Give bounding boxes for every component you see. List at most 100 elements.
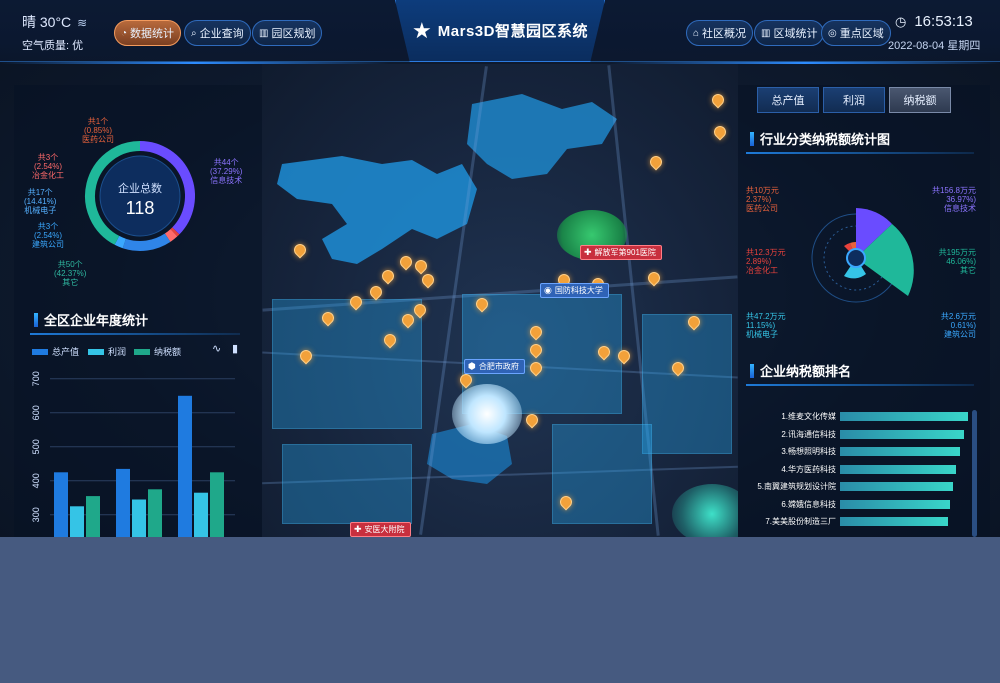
weather-text: 晴 30°C [22, 14, 72, 30]
rank-bar [840, 412, 968, 421]
bar-利润-1[interactable] [132, 499, 146, 538]
star-logo-icon: ★ [412, 17, 432, 43]
app-frame: ✚ 解放军第901医院 ◉ 国防科技大学 ⬢ 合肥市政府 ✚ 安医大附院 晴 3… [0, 0, 1000, 537]
donut-segment-1[interactable] [170, 227, 180, 237]
rank-bar [840, 464, 957, 474]
poi-defense-university[interactable]: ◉ 国防科技大学 [540, 283, 609, 298]
weather-widget: 晴 30°C ≋ [22, 12, 87, 32]
industry-label-amount: 共10万元 [746, 186, 779, 195]
book-icon: ▥ [761, 27, 771, 39]
book-icon: ▥ [259, 27, 269, 39]
rank-row[interactable]: 4.华方医药科技 [746, 461, 957, 478]
nav-community-overview[interactable]: ⌂ 社区概况 [686, 20, 754, 46]
top-header: 晴 30°C ≋ 空气质量: 优 ◔ 数据统计 ⌕ 企业查询 ▥ 园区规划 ★ M… [0, 0, 1000, 62]
donut-label-percent: (14.41%) [24, 197, 57, 206]
poi-city-government[interactable]: ⬢ 合肥市政府 [464, 359, 525, 374]
nav-park-planning[interactable]: ▥ 园区规划 [252, 20, 323, 46]
y-tick-label: 500 [31, 439, 41, 454]
bar-纳税额-2[interactable] [210, 472, 224, 537]
bar-chart-icon[interactable]: ▮ [232, 342, 238, 355]
pie-chart-icon: ◔ [121, 27, 128, 39]
highlight-dome [452, 384, 522, 444]
nav-region-statistics[interactable]: ▥ 区域统计 [754, 20, 825, 46]
date-text: 2022-08-04 星期四 [888, 40, 981, 52]
donut-label-count: 共3个 [37, 153, 59, 162]
donut-center-value: 118 [125, 198, 155, 218]
nav-key-areas[interactable]: ◎ 重点区域 [821, 20, 891, 46]
industry-tax-title-text: 行业分类纳税额统计图 [760, 132, 891, 147]
nav-label: 区域统计 [773, 28, 818, 40]
map-view[interactable]: ✚ 解放军第901医院 ◉ 国防科技大学 ⬢ 合肥市政府 ✚ 安医大附院 [262, 64, 738, 537]
industry-rose-chart [811, 208, 914, 303]
donut-label-count: 共17个 [27, 188, 53, 197]
tab-output-value[interactable]: 总产值 [757, 87, 819, 113]
rose-center [846, 248, 866, 268]
rank-row[interactable]: 5.南翼建筑规划设计院 [746, 478, 953, 495]
bar-总产值-1[interactable] [116, 468, 130, 537]
rank-row[interactable]: 7.美美股份制造三厂 [746, 513, 948, 530]
line-chart-icon[interactable]: ∿ [212, 342, 221, 355]
tab-label: 利润 [843, 95, 865, 107]
industry-label-percent: 36.97%) [946, 195, 976, 204]
rank-bar [840, 517, 948, 526]
rank-row[interactable]: 2.讯海通信科技 [746, 426, 965, 443]
title-underline [746, 152, 974, 154]
tab-label: 纳税额 [903, 95, 937, 107]
donut-segment-4[interactable] [114, 235, 126, 249]
poi-label: 解放军第901医院 [594, 248, 656, 257]
community-icon: ⌂ [693, 27, 700, 39]
title-accent-bar [34, 312, 38, 327]
donut-center-label: 企业总数 [118, 183, 162, 195]
city-block [642, 314, 732, 454]
school-icon: ◉ [544, 285, 552, 295]
industry-label-construction: 共2.6万元 0.61%) 建筑公司 [930, 312, 976, 339]
rank-row[interactable]: 6.嫦娥信息科技 [746, 496, 951, 513]
donut-label-name: 冶金化工 [32, 171, 64, 180]
rank-row[interactable]: 3.畅想照明科技 [746, 443, 961, 460]
y-tick-label: 700 [31, 371, 41, 386]
nav-enterprise-query[interactable]: ⌕ 企业查询 [184, 20, 251, 46]
annual-bar-chart: 700 600 500 400 300 [31, 371, 235, 538]
donut-label-count: 共50个 [57, 260, 83, 269]
enterprise-donut-chart [85, 141, 195, 251]
rank-row[interactable]: 1.维麦文化传媒 [746, 408, 968, 425]
bar-利润-2[interactable] [194, 492, 208, 537]
bar-纳税额-1[interactable] [148, 489, 162, 537]
donut-label-percent: (37.29%) [210, 167, 243, 176]
annual-stats-title-text: 全区企业年度统计 [44, 313, 149, 328]
poi-hospital-anyi[interactable]: ✚ 安医大附院 [350, 522, 411, 537]
legend-swatch [32, 348, 48, 355]
y-tick-label: 300 [31, 507, 41, 522]
donut-label-name: 信息技术 [210, 176, 243, 185]
bar-总产值-2[interactable] [178, 395, 192, 537]
bar-利润-0[interactable] [70, 506, 84, 537]
legend-profit[interactable]: 利润 [88, 345, 126, 358]
rank-label: 2.讯海通信科技 [781, 429, 836, 439]
bar-纳税额-0[interactable] [86, 496, 100, 537]
donut-label-it: 共44个 (37.29%) 信息技术 [210, 158, 242, 185]
ranking-scrollbar[interactable] [972, 410, 977, 537]
legend-label: 总产值 [52, 347, 80, 357]
search-doc-icon: ⌕ [191, 27, 197, 39]
tab-tax[interactable]: 纳税额 [889, 87, 951, 113]
donut-label-name: 医药公司 [82, 135, 114, 144]
legend-output-value[interactable]: 总产值 [32, 345, 79, 358]
donut-segment-3[interactable] [122, 233, 171, 251]
rank-bar [840, 447, 961, 456]
bar-总产值-0[interactable] [54, 472, 68, 537]
poi-hospital-901[interactable]: ✚ 解放军第901医院 [580, 245, 662, 260]
rank-bar [840, 482, 953, 491]
tab-profit[interactable]: 利润 [823, 87, 885, 113]
donut-label-count: 共44个 [213, 158, 239, 167]
donut-segment-2[interactable] [164, 229, 178, 242]
hospital-icon: ✚ [354, 524, 362, 534]
industry-label-other: 共195万元 46.06%) 其它 [930, 248, 976, 275]
legend-tax[interactable]: 纳税额 [134, 345, 181, 358]
donut-label-percent: (2.54%) [33, 162, 62, 171]
rank-label: 7.美美股份制造三厂 [765, 517, 836, 526]
nav-data-statistics[interactable]: ◔ 数据统计 [114, 20, 182, 46]
header-glow-line [610, 62, 1000, 64]
nav-label: 企业查询 [199, 28, 244, 40]
industry-label-percent: 0.61%) [950, 321, 976, 330]
city-block [272, 299, 422, 429]
